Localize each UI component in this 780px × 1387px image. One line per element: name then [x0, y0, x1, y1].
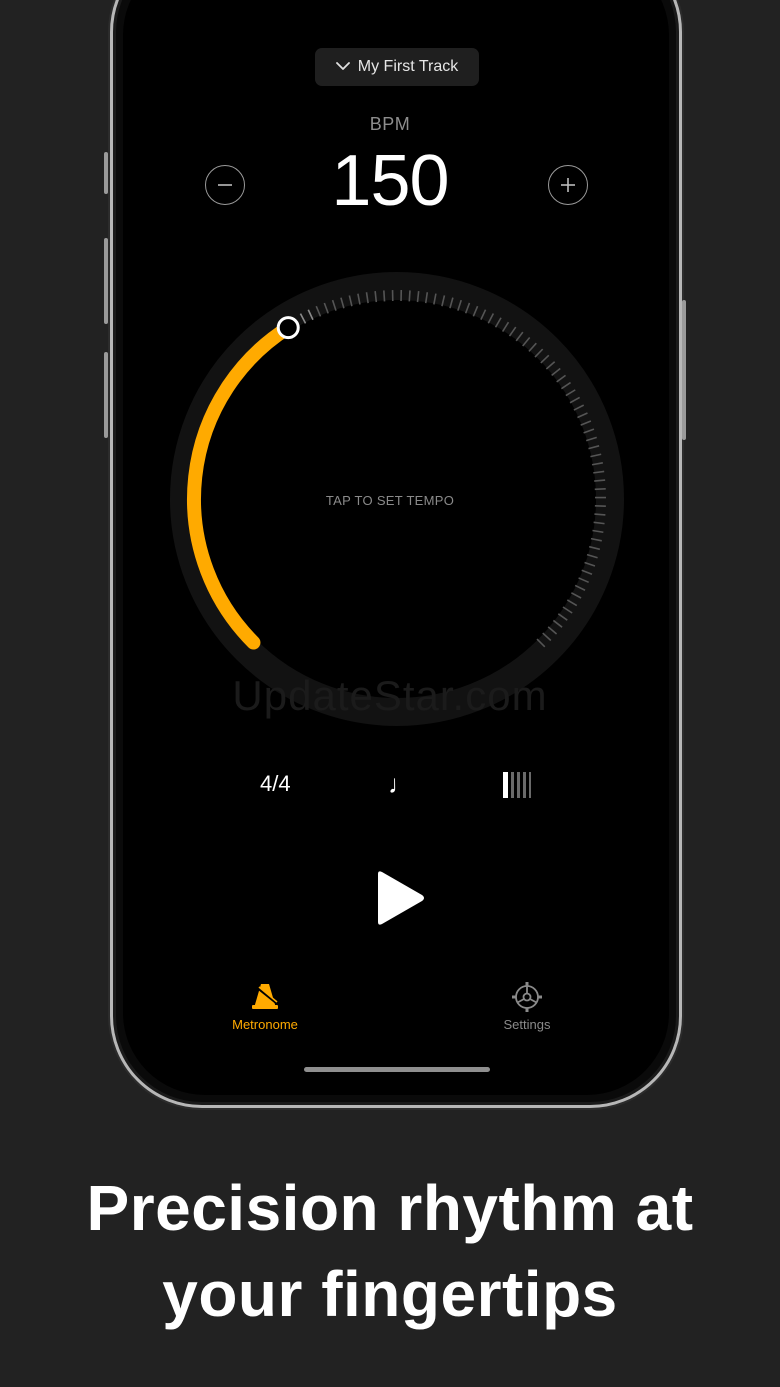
- watermark: UpdateStar.com: [232, 672, 548, 719]
- play-icon: [378, 871, 424, 925]
- tab-settings-label: Settings: [503, 1017, 551, 1032]
- gear-icon: [510, 982, 544, 1017]
- subdivision-button[interactable]: [502, 772, 532, 803]
- tab-settings[interactable]: Settings: [467, 980, 587, 1032]
- note-value-button[interactable]: ♩: [388, 769, 414, 800]
- bars-icon: [503, 772, 531, 798]
- promo-headline-line-2: your fingertips: [162, 1258, 618, 1330]
- dial-tick: [594, 513, 606, 516]
- tab-metronome-label: Metronome: [232, 1017, 298, 1032]
- time-signature-button[interactable]: 4/4: [260, 771, 291, 797]
- tap-tempo-label[interactable]: TAP TO SET TEMPO: [0, 493, 780, 508]
- dial-tick: [416, 291, 420, 303]
- promo-headline-line-1: Precision rhythm at: [86, 1172, 694, 1244]
- dial-tick: [594, 479, 606, 482]
- tempo-knob[interactable]: [276, 316, 300, 340]
- play-button[interactable]: [368, 868, 430, 935]
- dial-tick: [408, 290, 411, 302]
- promo-headline: Precision rhythm at your fingertips: [0, 1165, 780, 1337]
- tempo-dial[interactable]: [0, 0, 780, 760]
- dial-tick: [383, 290, 386, 302]
- metronome-icon: [248, 984, 282, 1013]
- dial-tick: [594, 488, 606, 491]
- tab-metronome[interactable]: Metronome: [205, 980, 325, 1032]
- home-indicator[interactable]: [304, 1067, 490, 1072]
